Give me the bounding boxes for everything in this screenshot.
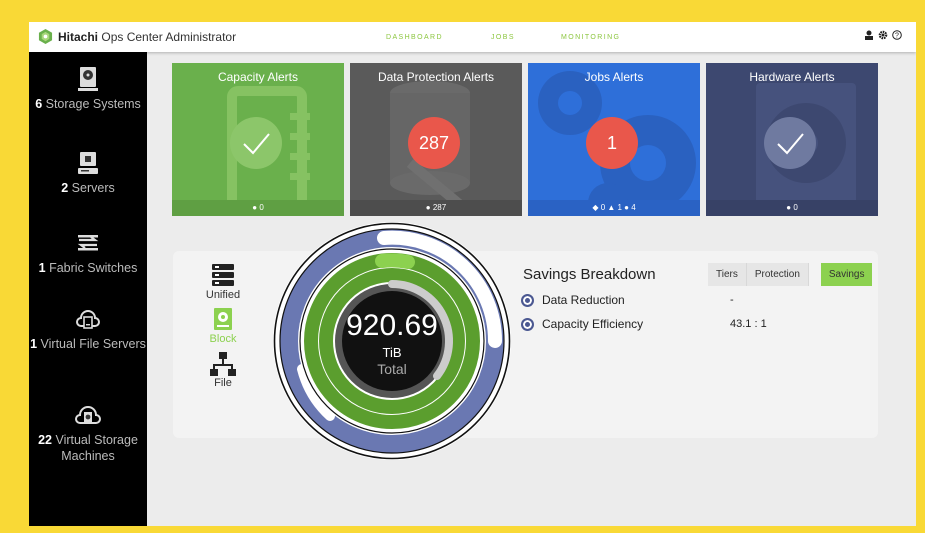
sidebar-item-servers[interactable]: 2 Servers: [29, 150, 147, 196]
capacity-efficiency-value: 43.1 : 1: [730, 318, 767, 330]
file-storage-icon: [210, 352, 236, 376]
tile-footer: ◆ 0 ▲ 1 ● 4: [528, 200, 700, 216]
tile-footer: ● 0: [706, 200, 878, 216]
sidebar-item-fabric-switches[interactable]: 1 Fabric Switches: [29, 230, 147, 276]
app-title: Hitachi Ops Center Administrator: [58, 30, 237, 44]
capacity-donut-chart: 920.69 TiB Total: [272, 221, 512, 461]
ok-check-icon: [764, 117, 816, 169]
tab-protection[interactable]: Protection: [746, 263, 809, 286]
storage-system-icon: [78, 67, 98, 91]
fabric-switch-icon: [77, 235, 99, 251]
server-icon: [78, 152, 98, 174]
alert-count-badge: 1: [586, 117, 638, 169]
alert-count-badge: 287: [408, 117, 460, 169]
tile-footer: ● 0: [172, 200, 344, 216]
info-icon: ●: [425, 203, 431, 212]
tile-footer: ● 287: [350, 200, 522, 216]
savings-row-data-reduction[interactable]: Data Reduction: [521, 293, 625, 307]
unified-storage-icon: [212, 264, 234, 286]
hardware-alerts-tile[interactable]: Hardware Alerts ● 0: [706, 63, 878, 216]
virtual-file-server-icon: [76, 310, 100, 329]
nav-dashboard[interactable]: DASHBOARD: [386, 34, 443, 41]
info-icon: ●: [786, 203, 792, 212]
svg-text:?: ?: [895, 33, 899, 40]
sidebar-item-storage-systems[interactable]: 6 Storage Systems: [29, 66, 147, 112]
nav-jobs[interactable]: JOBS: [491, 34, 515, 41]
gear-icon[interactable]: [877, 30, 888, 41]
header-actions: ?: [863, 30, 902, 41]
tile-title: Capacity Alerts: [217, 70, 299, 84]
type-unified[interactable]: Unified: [203, 263, 243, 301]
type-block[interactable]: Block: [203, 307, 243, 345]
sidebar-item-virtual-file-servers[interactable]: 1 Virtual File Servers: [29, 306, 147, 352]
savings-row-capacity-efficiency[interactable]: Capacity Efficiency: [521, 317, 643, 331]
data-reduction-value: -: [730, 294, 734, 306]
tile-title: Data Protection Alerts: [377, 70, 495, 84]
capacity-alerts-tile[interactable]: Capacity Alerts ● 0: [172, 63, 344, 216]
virtual-storage-machine-icon: [75, 406, 101, 424]
top-bar: Hitachi Ops Center Administrator DASHBOA…: [29, 22, 916, 52]
tab-savings[interactable]: Savings: [820, 263, 873, 286]
view-tabs: Tiers Protection Savings: [708, 263, 873, 286]
type-file[interactable]: File: [203, 351, 243, 389]
tile-title: Jobs Alerts: [584, 70, 644, 84]
help-icon[interactable]: ?: [891, 30, 902, 41]
tile-title: Hardware Alerts: [749, 70, 835, 84]
hitachi-logo-icon: [38, 29, 53, 44]
savings-breakdown-title: Savings Breakdown: [523, 266, 656, 283]
total-capacity-label: Total: [377, 361, 407, 377]
legend-radio[interactable]: [521, 317, 534, 331]
total-capacity-value: 920.69: [346, 309, 438, 342]
user-icon[interactable]: [863, 30, 874, 41]
info-icon: ●: [252, 203, 258, 212]
block-storage-icon: [214, 308, 232, 330]
total-capacity-unit: TiB: [382, 345, 402, 360]
legend-radio[interactable]: [521, 293, 534, 307]
jobs-alerts-tile[interactable]: Jobs Alerts 1 ◆ 0 ▲ 1 ● 4: [528, 63, 700, 216]
main-content: Capacity Alerts ● 0 Data Protection Aler…: [147, 52, 916, 526]
nav-monitoring[interactable]: MONITORING: [561, 34, 620, 41]
sidebar-item-virtual-storage-machines[interactable]: 22 Virtual Storage Machines: [29, 402, 147, 464]
data-protection-alerts-tile[interactable]: Data Protection Alerts 287 ● 287: [350, 63, 522, 216]
sidebar: 6 Storage Systems 2 Servers 1 Fabric Swi…: [29, 52, 147, 526]
ok-check-icon: [230, 117, 282, 169]
tab-tiers[interactable]: Tiers: [708, 263, 747, 286]
